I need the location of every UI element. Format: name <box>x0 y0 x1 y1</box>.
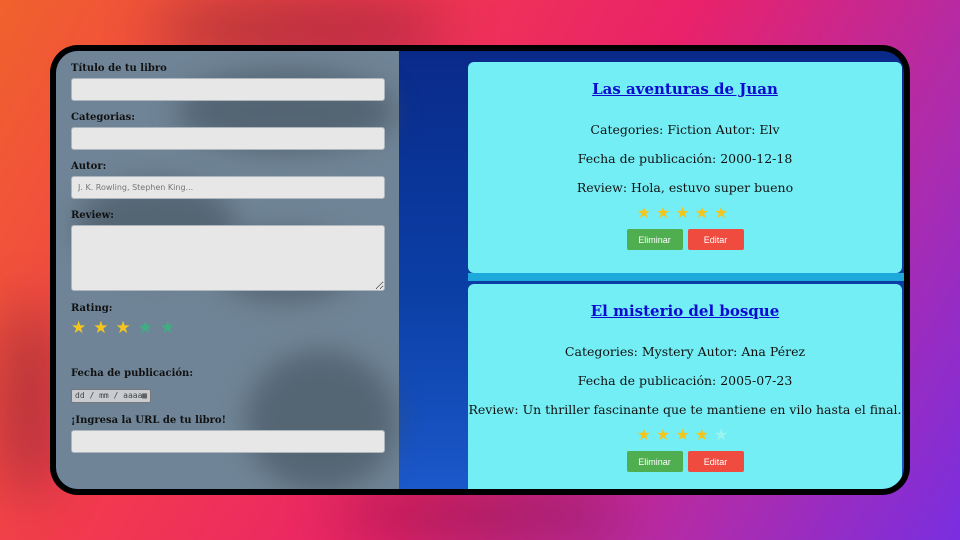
book-title-link[interactable]: Las aventuras de Juan <box>468 80 902 98</box>
review-textarea[interactable] <box>71 225 385 291</box>
book-rating-stars: ★★★★★ <box>468 203 902 222</box>
delete-button[interactable]: Eliminar <box>626 451 683 472</box>
app-screen: Título de tu libro Categorias: Autor: Re… <box>56 51 904 489</box>
rating-label: Rating: <box>71 303 113 314</box>
date-label: Fecha de publicación: <box>71 368 194 379</box>
author-label: Autor: <box>71 161 107 172</box>
book-title-link[interactable]: El misterio del bosque <box>468 302 902 320</box>
date-placeholder: dd / mm / aaaa <box>75 391 143 400</box>
star-icon: ★ <box>714 425 734 444</box>
url-label: ¡Ingresa la URL de tu libro! <box>71 415 226 426</box>
star-icon: ★ <box>694 425 715 444</box>
edit-button[interactable]: Editar <box>687 451 744 472</box>
edit-button[interactable]: Editar <box>687 229 744 250</box>
categories-label: Categorias: <box>71 112 135 123</box>
categories-input[interactable] <box>71 127 385 150</box>
star-icon[interactable]: ★ <box>116 318 138 338</box>
book-categories: Categories: Fiction Autor: Elv <box>590 122 780 137</box>
star-icon: ★ <box>636 425 656 444</box>
calendar-icon[interactable]: ▦ <box>142 391 147 400</box>
book-date: Fecha de publicación: 2005-07-23 <box>577 373 793 388</box>
title-label: Título de tu libro <box>71 63 167 74</box>
book-card: Las aventuras de Juan Categories: Fictio… <box>468 62 902 273</box>
star-icon[interactable]: ★ <box>93 318 115 338</box>
star-icon[interactable]: ★ <box>138 318 160 338</box>
book-rating-stars: ★★★★★ <box>468 425 902 444</box>
book-date: Fecha de publicación: 2000-12-18 <box>577 151 793 166</box>
review-label: Review: <box>71 210 114 221</box>
url-input[interactable] <box>71 430 385 453</box>
book-form-panel: Título de tu libro Categorias: Autor: Re… <box>56 51 399 489</box>
book-categories: Categories: Mystery Autor: Ana Pérez <box>564 344 806 359</box>
device-frame: Título de tu libro Categorias: Autor: Re… <box>50 45 910 495</box>
book-card: El misterio del bosque Categories: Myste… <box>468 284 902 489</box>
book-review: Review: Un thriller fascinante que te ma… <box>468 402 902 417</box>
star-icon[interactable]: ★ <box>71 318 93 338</box>
date-input[interactable]: dd / mm / aaaa ▦ <box>71 389 151 403</box>
star-icon: ★ <box>694 203 715 222</box>
star-icon[interactable]: ★ <box>160 318 182 338</box>
star-icon: ★ <box>675 203 695 222</box>
star-icon: ★ <box>655 425 676 444</box>
star-icon: ★ <box>714 203 734 222</box>
card-separator <box>468 273 904 281</box>
delete-button[interactable]: Eliminar <box>626 229 683 250</box>
rating-stars[interactable]: ★★★★★ <box>71 318 385 338</box>
star-icon: ★ <box>655 203 676 222</box>
star-icon: ★ <box>636 203 656 222</box>
book-review: Review: Hola, estuvo super bueno <box>576 180 794 195</box>
author-input[interactable] <box>71 176 385 199</box>
star-icon: ★ <box>675 425 695 444</box>
title-input[interactable] <box>71 78 385 101</box>
